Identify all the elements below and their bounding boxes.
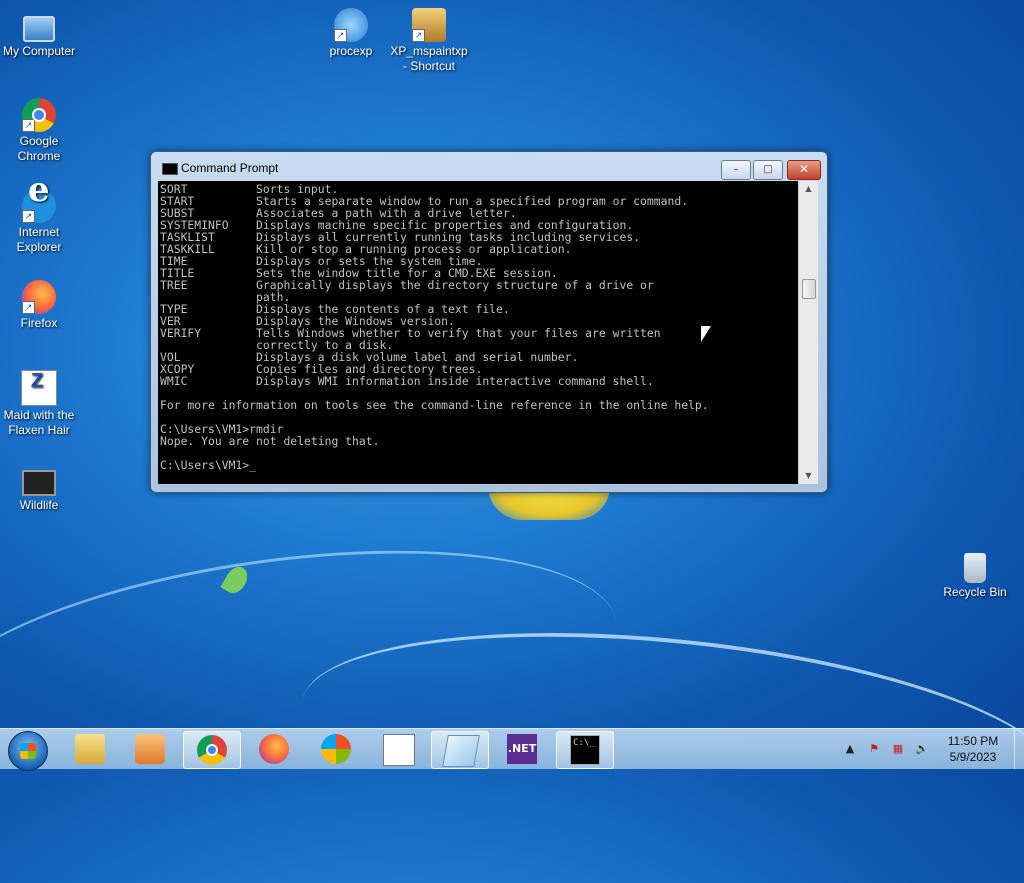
desktop-icon-firefox[interactable]: ↗ Firefox	[0, 280, 81, 331]
window-title: Command Prompt	[181, 161, 279, 175]
taskbar-explorer[interactable]	[62, 731, 118, 767]
desktop-icon-label: Wildlife	[19, 498, 59, 512]
taskbar-chrome[interactable]	[183, 731, 241, 769]
computer-icon	[23, 16, 55, 42]
cmd-icon: C:\_	[570, 735, 600, 765]
taskbar-notepad[interactable]	[370, 731, 426, 767]
notepad-icon	[383, 734, 415, 766]
maximize-button[interactable]: □	[753, 160, 783, 180]
console-text: SORT Sorts input. START Starts a separat…	[160, 182, 709, 472]
desktop-icon-label: My Computer	[2, 44, 76, 58]
recycle-bin-icon	[964, 553, 986, 583]
taskbar-media-player[interactable]	[122, 731, 178, 767]
desktop-icon-label: XP_mspaintxp - Shortcut	[390, 44, 468, 73]
mouse-pointer-icon	[701, 326, 711, 342]
desktop-icon-google-chrome[interactable]: ↗ Google Chrome	[0, 98, 81, 164]
shortcut-arrow-icon: ↗	[334, 29, 347, 42]
close-button[interactable]: ✕	[787, 160, 821, 180]
desktop-icon-label: Maid with the Flaxen Hair	[3, 408, 75, 437]
media-player-icon	[135, 734, 165, 764]
desktop-icon-my-computer[interactable]: My Computer	[0, 8, 81, 59]
desktop-icon-procexp[interactable]: ↗ procexp	[309, 8, 393, 59]
cmd-icon	[162, 163, 178, 175]
scroll-thumb[interactable]	[802, 279, 816, 299]
desktop-icon-label: Firefox	[20, 316, 58, 330]
shortcut-arrow-icon: ↗	[22, 210, 35, 223]
taskbar-windows-update[interactable]	[308, 731, 364, 767]
scroll-up-icon[interactable]: ▲	[799, 181, 818, 197]
start-button[interactable]	[8, 731, 48, 771]
show-desktop-button[interactable]	[1014, 729, 1024, 769]
desktop-icon-recycle-bin[interactable]: Recycle Bin	[933, 553, 1017, 600]
vertical-scrollbar[interactable]: ▲ ▼	[798, 181, 818, 484]
desktop-icon-maid-with-the-flaxen-hair[interactable]: Maid with the Flaxen Hair	[0, 370, 81, 438]
shortcut-arrow-icon: ↗	[22, 119, 35, 132]
taskbar-firefox[interactable]	[246, 731, 302, 767]
desktop-icon-label: Google Chrome	[17, 134, 61, 163]
desktop-icon-wildlife[interactable]: Wildlife	[0, 462, 81, 513]
text-cursor: _	[249, 458, 257, 472]
taskbar-clock[interactable]: 11:50 PM 5/9/2023	[934, 733, 1012, 765]
chrome-icon: ↗	[22, 98, 56, 132]
desktop-icon-internet-explorer[interactable]: ↗ Internet Explorer	[0, 183, 81, 255]
paint-icon	[442, 735, 480, 767]
paint-icon: ↗	[412, 8, 446, 42]
shortcut-arrow-icon: ↗	[412, 29, 425, 42]
show-hidden-icons-icon[interactable]: ▲	[842, 741, 858, 757]
folder-icon	[75, 734, 105, 764]
windows-update-icon	[321, 734, 351, 764]
process-explorer-icon: ↗	[334, 8, 368, 42]
network-icon[interactable]: ▦	[890, 741, 906, 757]
video-file-icon	[22, 470, 56, 496]
taskbar-paint[interactable]	[431, 731, 489, 769]
desktop-icon-label: Internet Explorer	[16, 225, 62, 254]
scroll-down-icon[interactable]: ▼	[799, 468, 818, 484]
taskbar: .NET C:\_ ▲ ⚑ ▦ 🔈 11:50 PM 5/9/2023	[0, 728, 1024, 771]
chrome-icon	[197, 735, 227, 765]
desktop-icon-label: Recycle Bin	[943, 585, 1007, 599]
clock-date: 5/9/2023	[949, 750, 997, 764]
internet-explorer-icon: ↗	[22, 183, 56, 223]
shortcut-arrow-icon: ↗	[22, 301, 35, 314]
volume-icon[interactable]: 🔈	[914, 741, 930, 757]
desktop-icon-mspaint-shortcut[interactable]: ↗ XP_mspaintxp - Shortcut	[387, 8, 471, 74]
action-center-flag-icon[interactable]: ⚑	[866, 741, 882, 757]
desktop-icon-label: procexp	[329, 44, 373, 58]
window-titlebar[interactable]: Command Prompt – □ ✕	[151, 152, 827, 180]
taskbar-dotnet[interactable]: .NET	[494, 731, 550, 767]
minimize-button[interactable]: –	[721, 160, 751, 180]
command-prompt-window[interactable]: Command Prompt – □ ✕ SORT Sorts input. S…	[150, 151, 828, 493]
firefox-icon	[259, 734, 289, 764]
dotnet-icon: .NET	[507, 734, 537, 764]
audio-file-icon	[21, 370, 57, 406]
firefox-icon: ↗	[22, 280, 56, 314]
clock-time: 11:50 PM	[947, 734, 999, 748]
taskbar-command-prompt[interactable]: C:\_	[556, 731, 614, 769]
